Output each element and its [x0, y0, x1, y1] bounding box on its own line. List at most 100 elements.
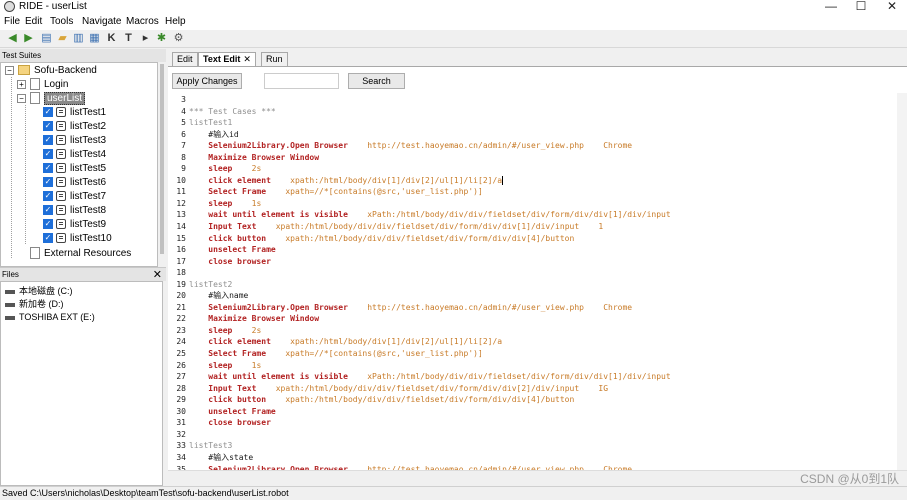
drive-item[interactable]: TOSHIBA EXT (E:) — [5, 311, 95, 324]
drive-item[interactable]: 本地磁盘 (C:) — [5, 285, 73, 298]
menu-edit[interactable]: Edit — [25, 16, 42, 28]
code-line[interactable]: 16 unselect Frame — [168, 244, 897, 256]
tree-item-userlist[interactable]: − userList — [17, 92, 86, 106]
scrollbar-thumb[interactable] — [160, 64, 164, 254]
menu-macros[interactable]: Macros — [126, 16, 159, 28]
checked-checkbox[interactable]: ✓ — [43, 205, 53, 216]
search-button[interactable]: Search — [348, 73, 405, 89]
collapse-icon[interactable]: − — [5, 65, 14, 75]
checked-checkbox[interactable]: ✓ — [43, 107, 53, 118]
menu-file[interactable]: File — [4, 16, 20, 28]
code-line[interactable]: 28 Input Text xpath:/html/body/div/div/f… — [168, 383, 897, 395]
close-tab-icon[interactable]: ✕ — [243, 54, 251, 64]
code-line[interactable]: 18 — [168, 267, 897, 279]
search-input[interactable] — [264, 73, 339, 89]
editor-vertical-scrollbar[interactable] — [897, 93, 907, 470]
tree-item-login[interactable]: + Login — [17, 78, 68, 92]
code-line[interactable]: 29 click button xpath:/html/body/div/div… — [168, 394, 897, 406]
maximize-button[interactable]: ☐ — [846, 0, 876, 14]
code-line[interactable]: 6 #输入id — [168, 129, 897, 141]
checked-checkbox[interactable]: ✓ — [43, 149, 53, 160]
run-icon[interactable]: ▸ — [139, 32, 152, 45]
code-line[interactable]: 19 listTest2 — [168, 279, 897, 291]
close-window-button[interactable]: ✕ — [877, 0, 907, 14]
tree-item-test[interactable]: ✓ listTest6 — [43, 176, 106, 190]
tree-item-test[interactable]: ✓ listTest1 — [43, 106, 106, 120]
tree-item-test[interactable]: ✓ listTest5 — [43, 162, 106, 176]
tree-item-test[interactable]: ✓ listTest7 — [43, 190, 106, 204]
checked-checkbox[interactable]: ✓ — [43, 121, 53, 132]
code-line[interactable]: 30 unselect Frame — [168, 406, 897, 418]
open-folder-icon[interactable]: ▰ — [56, 32, 69, 45]
tree-item-test[interactable]: ✓ listTest4 — [43, 148, 106, 162]
code-line[interactable]: 26 sleep 1s — [168, 360, 897, 372]
search-keyword-icon[interactable]: K — [105, 32, 118, 45]
menu-navigate[interactable]: Navigate — [82, 16, 121, 28]
checked-checkbox[interactable]: ✓ — [43, 191, 53, 202]
code-area[interactable]: 3 4 *** Test Cases *** 5 listTest1 6 #输入id 7 S… — [168, 94, 897, 470]
code-line[interactable]: 24 click element xpath:/html/body/div[1]… — [168, 336, 897, 348]
tree-item-test[interactable]: ✓ listTest3 — [43, 134, 106, 148]
code-line[interactable]: 12 sleep 1s — [168, 198, 897, 210]
close-files-icon[interactable]: ✕ — [153, 268, 162, 282]
checked-checkbox[interactable]: ✓ — [43, 163, 53, 174]
tab-run[interactable]: Run — [261, 52, 288, 66]
stop-icon[interactable]: ✱ — [155, 32, 168, 45]
code-line[interactable]: 15 click button xpath:/html/body/div/div… — [168, 233, 897, 245]
code-line[interactable]: 25 Select Frame xpath=//*[contains(@src,… — [168, 348, 897, 360]
code-line[interactable]: 21 Selenium2Library.Open Browser http://… — [168, 302, 897, 314]
save-icon[interactable]: ▤ — [40, 32, 53, 45]
tab-text-edit[interactable]: Text Edit ✕ — [198, 52, 256, 67]
editor-horizontal-scrollbar[interactable] — [168, 470, 907, 486]
code-line[interactable]: 20 #输入name — [168, 290, 897, 302]
code-line[interactable]: 32 — [168, 429, 897, 441]
code-line[interactable]: 4 *** Test Cases *** — [168, 106, 897, 118]
code-line[interactable]: 10 click element xpath:/html/body/div[1]… — [168, 175, 897, 187]
menu-help[interactable]: Help — [165, 16, 186, 28]
suites-scrollbar[interactable] — [158, 62, 166, 267]
settings-icon[interactable]: ⚙ — [172, 32, 185, 45]
line-number: 3 — [181, 95, 186, 104]
code-line[interactable]: 7 Selenium2Library.Open Browser http://t… — [168, 140, 897, 152]
code-line[interactable]: 9 sleep 2s — [168, 163, 897, 175]
tab-edit[interactable]: Edit — [172, 52, 198, 66]
menu-tools[interactable]: Tools — [50, 16, 73, 28]
code-line[interactable]: 22 Maximize Browser Window — [168, 313, 897, 325]
checked-checkbox[interactable]: ✓ — [43, 135, 53, 146]
code-line[interactable]: 34 #输入state — [168, 452, 897, 464]
tree-item-external-resources[interactable]: External Resources — [17, 247, 131, 261]
forward-arrow-icon[interactable]: ▶ — [22, 32, 35, 45]
code-line[interactable]: 23 sleep 2s — [168, 325, 897, 337]
tree-item-test[interactable]: ✓ listTest9 — [43, 218, 106, 232]
test-case-icon[interactable]: T — [122, 32, 135, 45]
code-line[interactable]: 14 Input Text xpath:/html/body/div/div/f… — [168, 221, 897, 233]
text-editor[interactable]: 3 4 *** Test Cases *** 5 listTest1 6 #输入id 7 S… — [168, 93, 907, 470]
expand-icon[interactable]: + — [17, 79, 26, 89]
code-line[interactable]: 13 wait until element is visible xPath:/… — [168, 209, 897, 221]
tree-item-test[interactable]: ✓ listTest8 — [43, 204, 106, 218]
tree-item-test[interactable]: ✓ listTest2 — [43, 120, 106, 134]
apply-changes-button[interactable]: Apply Changes — [172, 73, 242, 89]
save-all-icon[interactable]: ▥ — [72, 32, 85, 45]
collapse-icon[interactable]: − — [17, 93, 26, 103]
tree-item-sofu-backend[interactable]: − Sofu-Backend — [5, 64, 97, 78]
checked-checkbox[interactable]: ✓ — [43, 177, 53, 188]
code-line[interactable]: 17 close browser — [168, 256, 897, 268]
minimize-button[interactable]: — — [816, 0, 846, 14]
line-text: listTest3 — [189, 440, 232, 452]
tree-item-test[interactable]: ✓ listTest10 — [43, 232, 112, 246]
code-line[interactable]: 5 listTest1 — [168, 117, 897, 129]
code-line[interactable]: 33 listTest3 — [168, 440, 897, 452]
line-number: 9 — [181, 164, 186, 174]
code-line[interactable]: 31 close browser — [168, 417, 897, 429]
drive-item[interactable]: 新加卷 (D:) — [5, 298, 64, 311]
code-line[interactable]: 8 Maximize Browser Window — [168, 152, 897, 164]
checked-checkbox[interactable]: ✓ — [43, 219, 53, 230]
code-line[interactable]: 27 wait until element is visible xPath:/… — [168, 371, 897, 383]
open-dir-icon[interactable]: ▦ — [88, 32, 101, 45]
back-arrow-icon[interactable]: ◀ — [6, 32, 19, 45]
checked-checkbox[interactable]: ✓ — [43, 233, 53, 244]
code-line[interactable]: 3 — [168, 94, 897, 106]
line-text: Input Text xpath:/html/body/div/div/fiel… — [189, 221, 603, 233]
code-line[interactable]: 11 Select Frame xpath=//*[contains(@src,… — [168, 186, 897, 198]
